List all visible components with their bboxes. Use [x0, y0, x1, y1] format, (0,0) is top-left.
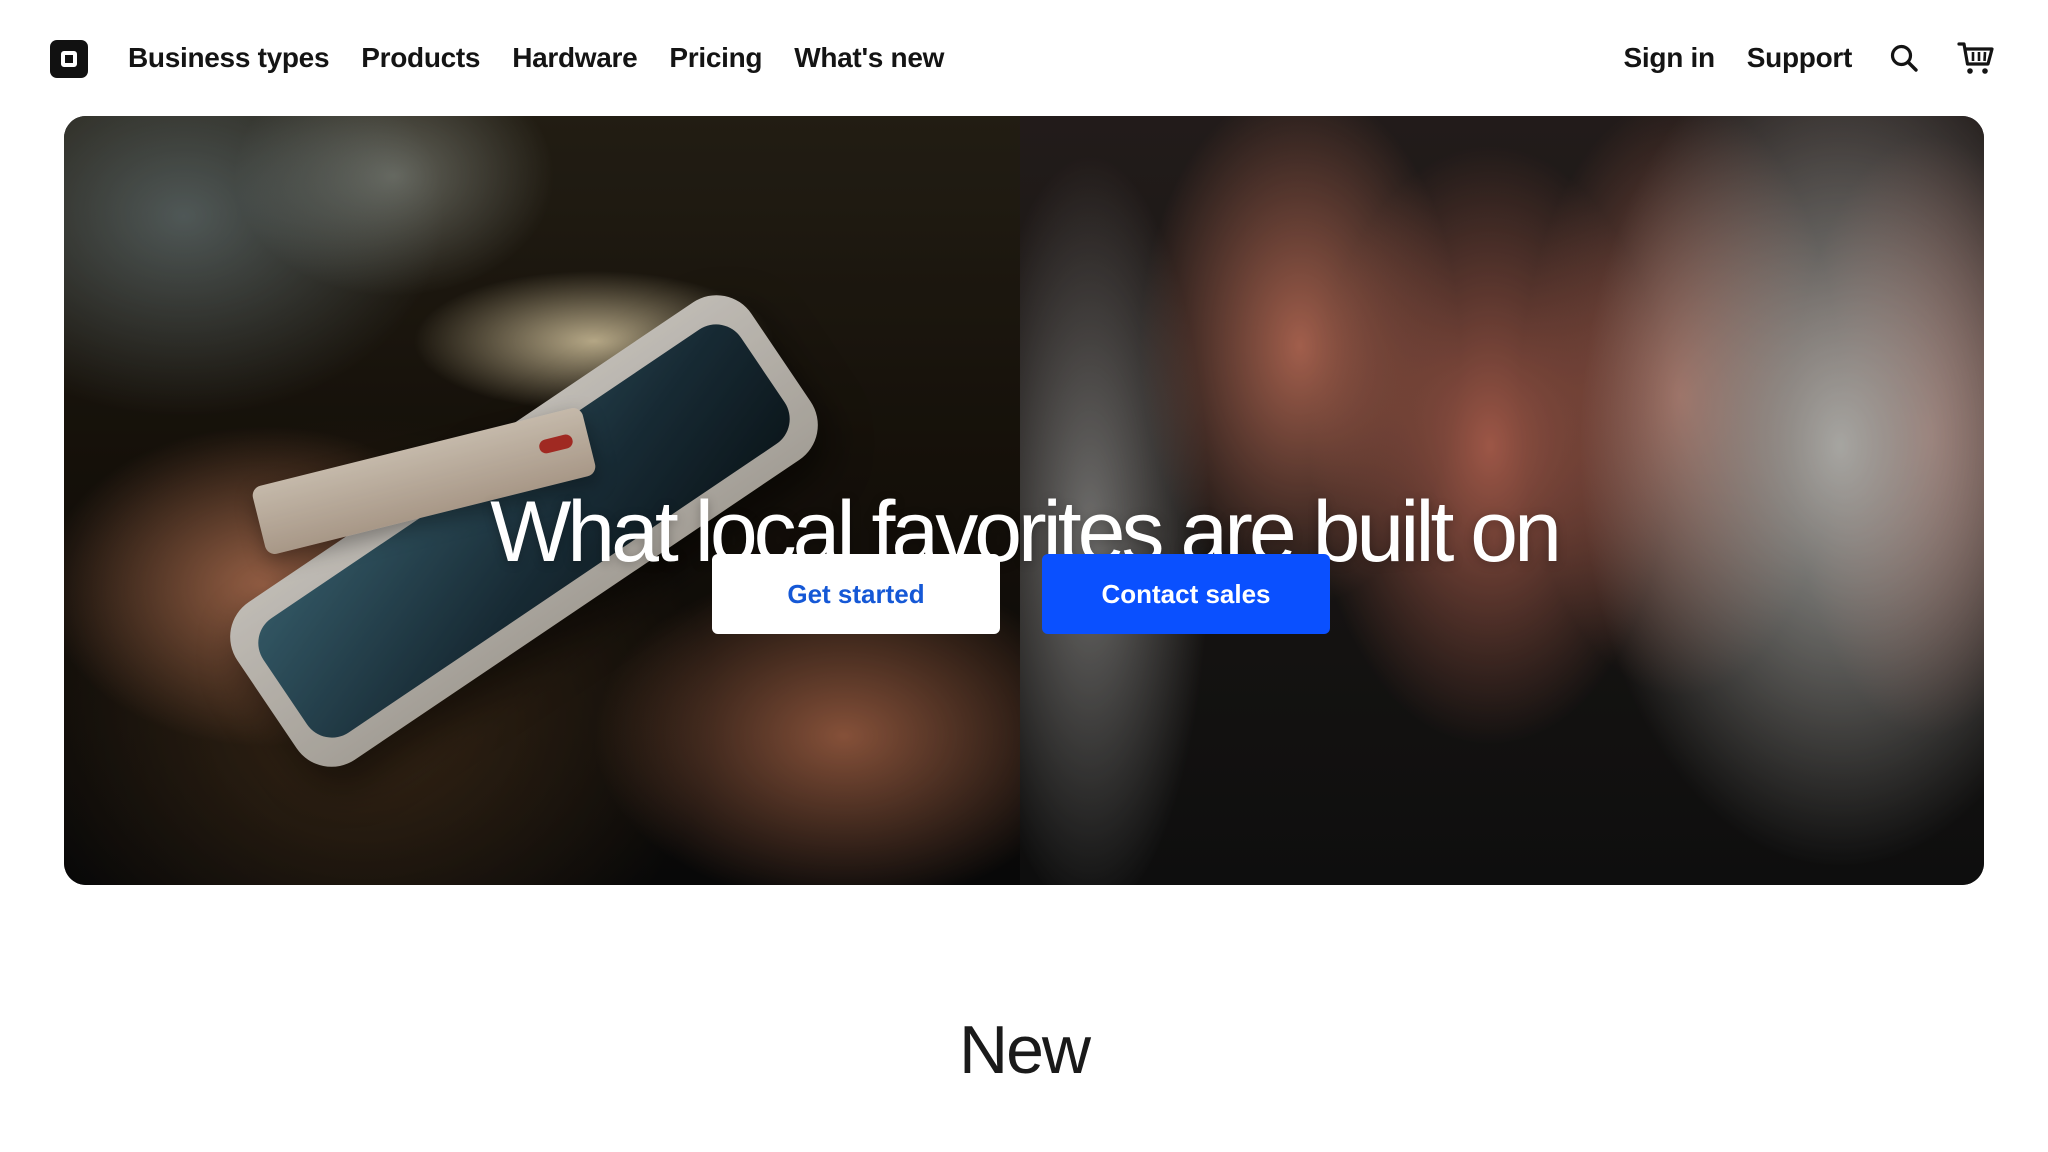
- contact-sales-button[interactable]: Contact sales: [1042, 554, 1330, 634]
- nav-sign-in[interactable]: Sign in: [1624, 38, 1716, 78]
- search-icon[interactable]: [1884, 38, 1924, 78]
- get-started-button[interactable]: Get started: [712, 554, 1000, 634]
- nav-support[interactable]: Support: [1747, 38, 1853, 78]
- primary-nav: Business types Products Hardware Pricing…: [128, 38, 944, 78]
- top-navigation: Business types Products Hardware Pricing…: [0, 0, 2048, 116]
- section-title-new: New: [958, 1012, 1091, 1088]
- hero-cta-group: Get started Contact sales: [712, 554, 1330, 634]
- nav-whats-new[interactable]: What's new: [794, 38, 944, 78]
- secondary-nav: Sign in Support: [1624, 38, 1996, 78]
- square-logo-icon[interactable]: [50, 40, 88, 78]
- nav-hardware[interactable]: Hardware: [512, 38, 638, 78]
- logo-inner-square: [61, 51, 77, 67]
- hero-banner: What local favorites are built on Get st…: [64, 116, 1984, 885]
- nav-products[interactable]: Products: [361, 38, 480, 78]
- nav-pricing[interactable]: Pricing: [669, 38, 762, 78]
- cart-icon[interactable]: [1956, 38, 1996, 78]
- nav-business-types[interactable]: Business types: [128, 38, 330, 78]
